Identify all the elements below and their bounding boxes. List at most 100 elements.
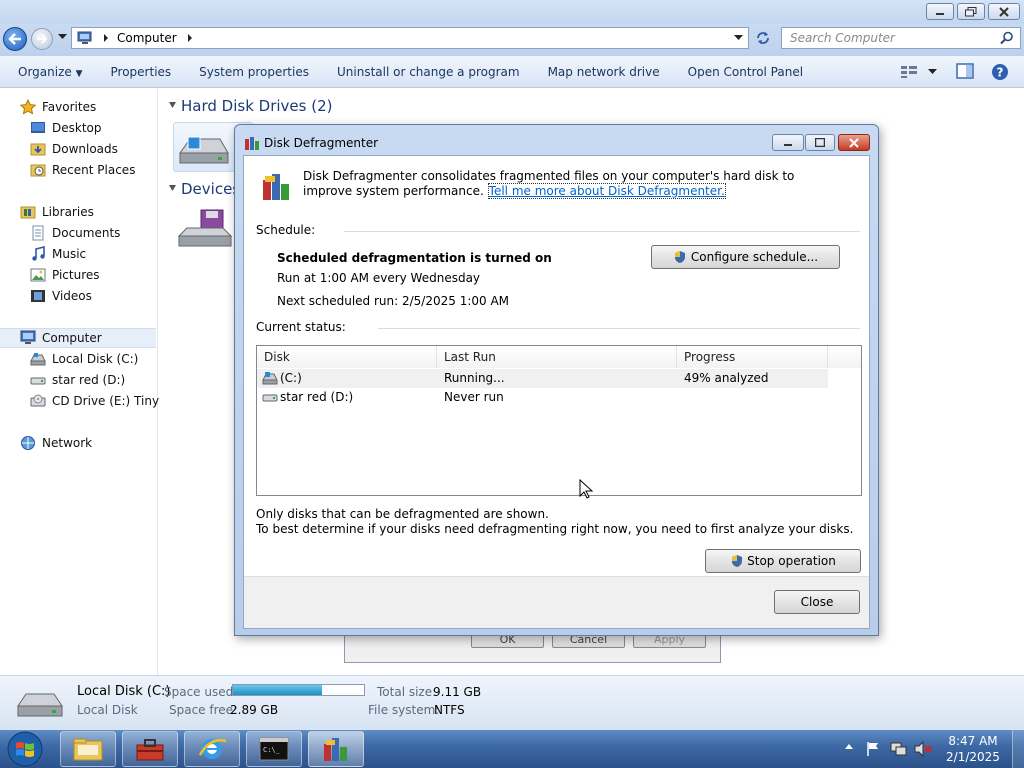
properties-button[interactable]: Properties [111,65,172,79]
column-header-empty [828,346,861,368]
taskbar: C:\_ 8:47 AM 2/1/2025 [0,730,1024,768]
clock-date: 2/1/2025 [946,750,1000,764]
recent-places-icon [30,164,46,177]
nav-network[interactable]: Network [20,433,92,453]
nav-recent-label: Recent Places [52,163,136,177]
note-defraggable: Only disks that can be defragmented are … [256,507,549,521]
column-header-disk[interactable]: Disk [257,346,437,368]
collapse-group-icon[interactable] [168,184,177,193]
network-tray-icon[interactable] [890,741,908,757]
recent-pages-dropdown[interactable] [58,34,67,40]
refresh-icon [757,32,769,44]
refresh-button[interactable] [752,29,774,47]
disk-defragmenter-window: Disk Defragmenter Disk Defragmenter cons… [234,124,879,636]
nav-pictures[interactable]: Pictures [30,265,100,285]
taskbar-ie-button[interactable] [184,731,240,767]
forward-button[interactable] [31,28,53,50]
change-view-button[interactable] [900,63,940,81]
clock[interactable]: 8:47 AM 2/1/2025 [942,733,1004,765]
search-input[interactable]: Search Computer [781,27,1021,49]
breadcrumb-chevron-icon[interactable] [185,33,195,43]
desktop-icon [31,122,45,133]
group-header-devices[interactable]: Devices [181,180,240,198]
address-history-chevron-icon[interactable] [734,35,744,41]
nav-documents-label: Documents [52,226,121,240]
dialog-minimize-button[interactable] [772,134,804,151]
disk-row[interactable]: star red (D:) Never run [257,388,828,407]
drive-icon [30,377,46,385]
action-center-flag-icon[interactable] [866,741,880,757]
group-header-hard-disks[interactable]: Hard Disk Drives (2) [181,97,332,115]
row-disk: star red (D:) [280,390,354,404]
help-button[interactable]: ? [991,63,1009,81]
pictures-icon [30,268,46,282]
restore-button[interactable] [957,3,985,20]
taskbar-explorer-button[interactable] [60,731,116,767]
close-icon [999,6,1009,17]
close-window-button[interactable] [988,3,1020,20]
tell-me-more-link[interactable]: Tell me more about Disk Defragmenter. [487,183,726,199]
chevron-down-icon [928,69,937,74]
nav-favorites[interactable]: Favorites [20,97,96,117]
column-header-last-run[interactable]: Last Run [437,346,677,368]
column-header-progress[interactable]: Progress [677,346,828,368]
total-size-label: Total size: [377,685,437,699]
back-button[interactable] [3,27,27,51]
nav-local-disk[interactable]: Local Disk (C:) [30,349,138,369]
show-desktop-button[interactable] [1012,730,1024,768]
libraries-icon [20,206,36,219]
preview-pane-icon [956,63,974,79]
uninstall-program-button[interactable]: Uninstall or change a program [337,65,520,79]
nav-desktop[interactable]: Desktop [30,118,102,138]
nav-computer[interactable]: Computer [0,328,156,348]
chevron-down-icon: ▼ [75,68,83,79]
hard-disk-icon [262,372,278,385]
taskbar-toolbox-button[interactable] [122,731,178,767]
dialog-footer: Close [244,576,869,628]
organize-menu[interactable]: Organize ▼ [18,65,83,79]
nav-cd-drive[interactable]: CD Drive (E:) Tiny7 x [30,391,178,411]
internet-explorer-icon [198,739,227,759]
map-network-drive-button[interactable]: Map network drive [548,65,660,79]
collapse-group-icon[interactable] [168,101,177,110]
close-button[interactable]: Close [774,590,860,614]
start-button[interactable] [3,730,47,768]
dialog-close-button[interactable] [838,134,870,151]
search-icon[interactable] [1000,31,1014,45]
nav-desktop-label: Desktop [52,121,102,135]
nav-videos[interactable]: Videos [30,286,92,306]
schedule-divider [344,231,860,232]
cd-drive-tile[interactable] [177,206,233,250]
nav-recent-places[interactable]: Recent Places [30,160,135,180]
nav-downloads[interactable]: Downloads [30,139,118,159]
nav-music[interactable]: Music [30,244,86,264]
space-used-fill [233,685,323,695]
nav-cd-drive-label: CD Drive (E:) Tiny7 x [52,394,178,408]
nav-libraries[interactable]: Libraries [20,202,94,222]
hard-disk-icon [179,136,229,164]
address-crumb-computer[interactable]: Computer [117,31,177,45]
show-hidden-icons-button[interactable] [845,743,853,749]
address-bar[interactable]: Computer [71,27,749,49]
view-options-icon [901,66,917,78]
disk-row[interactable]: (C:) Running... 49% analyzed [257,369,828,388]
stop-operation-button[interactable]: Stop operation [705,549,861,573]
dialog-maximize-button[interactable] [805,134,835,151]
nav-star-red[interactable]: star red (D:) [30,370,125,390]
taskbar-defrag-button[interactable] [308,731,364,767]
details-name: Local Disk (C:) [77,684,171,699]
organize-label: Organize [18,64,72,79]
system-properties-button[interactable]: System properties [199,65,309,79]
folder-icon [73,738,103,761]
volume-muted-icon[interactable] [914,741,932,757]
configure-schedule-button[interactable]: Configure schedule... [651,245,840,269]
space-free-value: 2.89 GB [230,703,279,717]
taskbar-cmd-button[interactable]: C:\_ [246,731,302,767]
schedule-label: Schedule: [256,223,316,237]
minimize-button[interactable] [926,3,954,20]
row-last-run: Running... [444,371,505,385]
nav-downloads-label: Downloads [52,142,118,156]
preview-pane-button[interactable] [956,63,974,79]
nav-documents[interactable]: Documents [30,223,120,243]
open-control-panel-button[interactable]: Open Control Panel [688,65,803,79]
